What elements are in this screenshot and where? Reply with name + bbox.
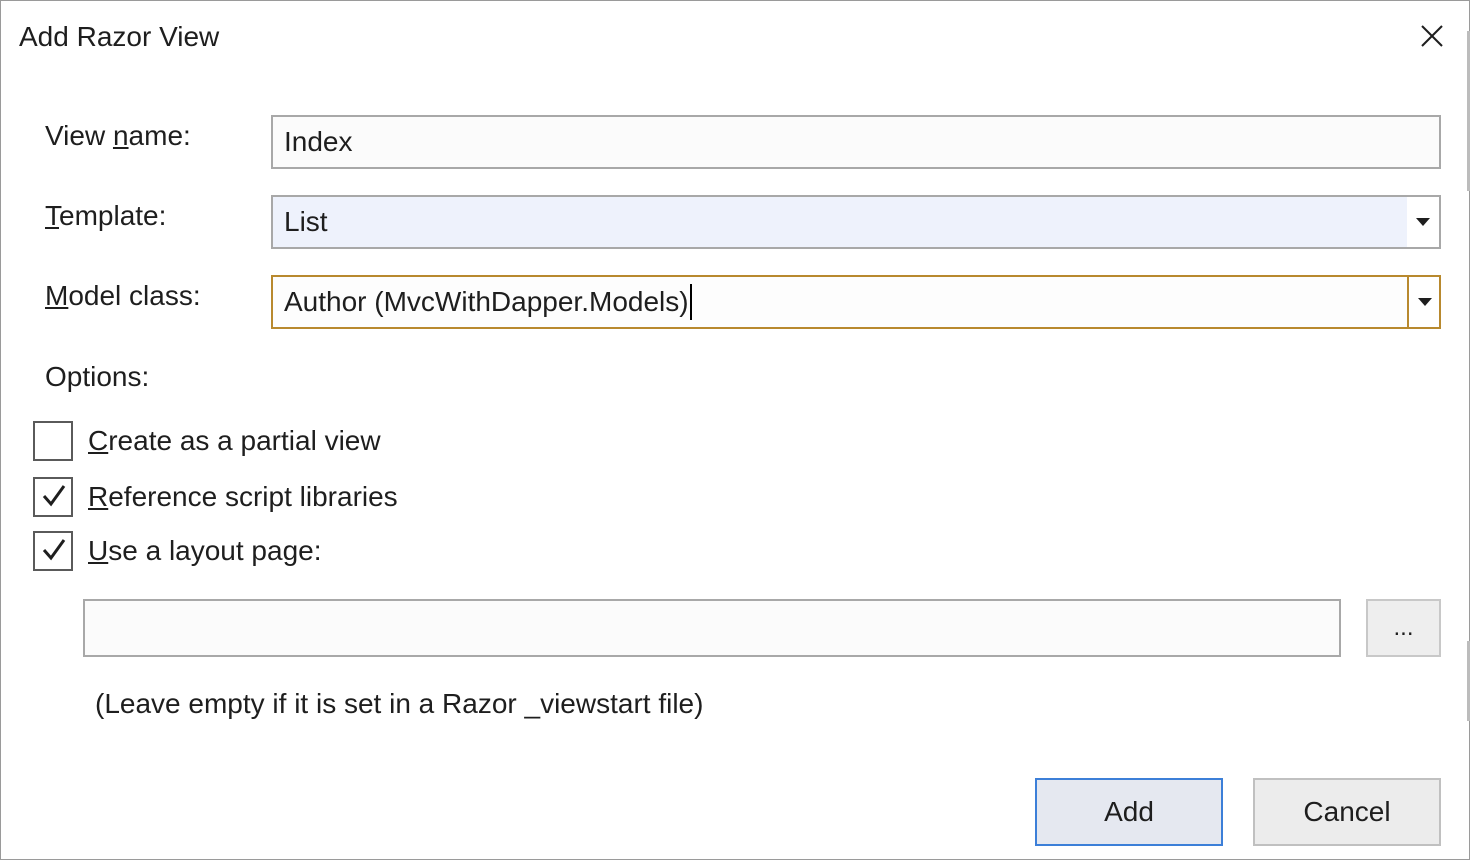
template-label: Template: bbox=[45, 200, 166, 232]
view-name-input[interactable]: Index bbox=[271, 115, 1441, 169]
checkmark-icon bbox=[42, 539, 66, 561]
reference-scripts-access-key: R bbox=[88, 481, 109, 512]
template-label-suffix: emplate: bbox=[59, 200, 167, 231]
view-name-value: Index bbox=[284, 126, 353, 157]
title-bar: Add Razor View bbox=[1, 1, 1469, 77]
dialog-title: Add Razor View bbox=[19, 21, 220, 52]
view-name-label-suffix: ame: bbox=[128, 120, 191, 151]
model-class-label-access-key: M bbox=[45, 280, 69, 311]
template-value: List bbox=[284, 206, 328, 237]
checkmark-icon bbox=[42, 485, 66, 507]
layout-page-label-text: se a layout page: bbox=[108, 535, 322, 566]
reference-scripts-checkbox[interactable] bbox=[33, 477, 73, 517]
text-caret bbox=[689, 283, 692, 320]
background-window-edge bbox=[1467, 31, 1470, 191]
layout-page-access-key: U bbox=[88, 535, 109, 566]
model-class-value: Author (MvcWithDapper.Models) bbox=[284, 286, 689, 317]
partial-view-label[interactable]: Create as a partial view bbox=[88, 425, 381, 457]
template-label-access-key: T bbox=[45, 200, 59, 231]
partial-view-checkbox[interactable] bbox=[33, 421, 73, 461]
layout-page-label[interactable]: Use a layout page: bbox=[88, 535, 322, 567]
partial-view-label-text: reate as a partial view bbox=[108, 425, 381, 456]
options-label: Options: bbox=[45, 361, 150, 392]
chevron-down-icon bbox=[1416, 218, 1430, 226]
layout-page-checkbox[interactable] bbox=[33, 531, 73, 571]
template-select[interactable]: List bbox=[271, 195, 1441, 249]
layout-page-path-input[interactable] bbox=[83, 599, 1341, 657]
add-button[interactable]: Add bbox=[1035, 778, 1223, 846]
close-button[interactable] bbox=[1415, 19, 1449, 53]
reference-scripts-label-text: eference script libraries bbox=[108, 481, 398, 512]
reference-scripts-label[interactable]: Reference script libraries bbox=[88, 481, 398, 513]
view-name-label-prefix: View bbox=[45, 120, 113, 151]
cancel-button[interactable]: Cancel bbox=[1253, 778, 1441, 846]
partial-view-access-key: C bbox=[88, 425, 109, 456]
view-name-label-access-key: n bbox=[112, 120, 129, 151]
model-class-combobox[interactable]: Author (MvcWithDapper.Models) bbox=[271, 275, 1441, 329]
model-class-label: Model class: bbox=[45, 280, 201, 312]
close-icon bbox=[1421, 25, 1443, 47]
background-window-edge bbox=[1467, 641, 1470, 721]
template-dropdown-button[interactable] bbox=[1407, 197, 1439, 247]
browse-button[interactable]: ... bbox=[1366, 599, 1441, 657]
add-razor-view-dialog: Add Razor View View name: Index Template… bbox=[0, 0, 1470, 860]
model-class-label-suffix: odel class: bbox=[68, 280, 201, 311]
chevron-down-icon bbox=[1418, 298, 1432, 306]
layout-hint-text: (Leave empty if it is set in a Razor _vi… bbox=[95, 688, 704, 719]
model-class-dropdown-button[interactable] bbox=[1407, 277, 1439, 327]
view-name-label: View name: bbox=[45, 120, 191, 152]
